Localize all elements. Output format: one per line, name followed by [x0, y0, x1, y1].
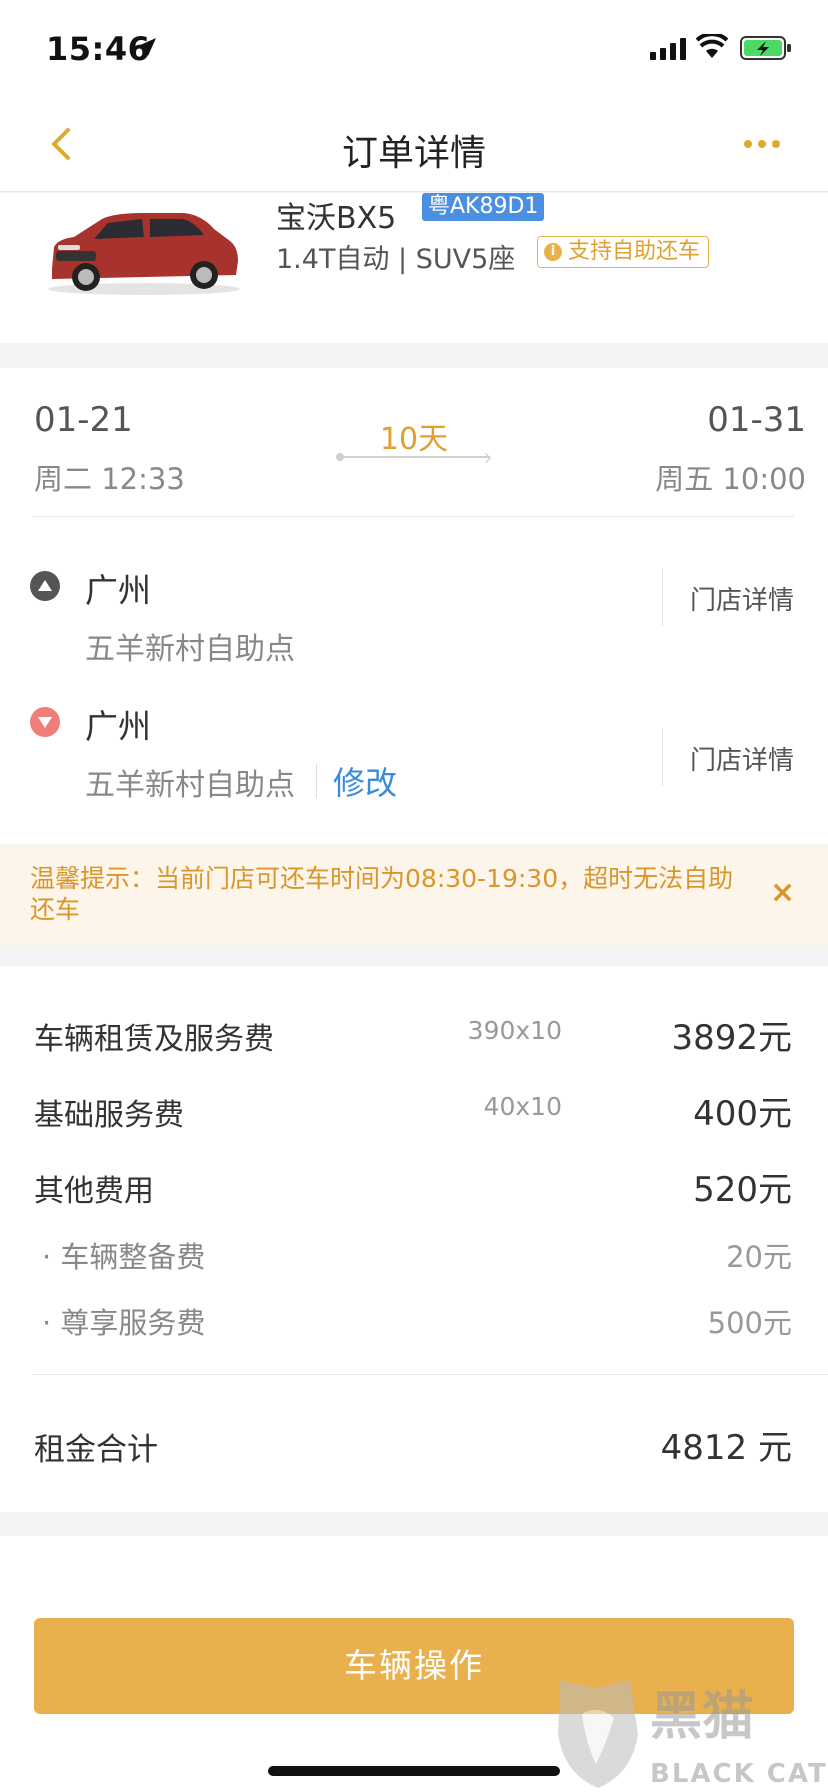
- notice-banner: 温馨提示：当前门店可还车时间为08:30-19:30，超时无法自助还车 ×: [0, 845, 828, 945]
- divider: [316, 764, 317, 798]
- status-time: 15:46: [46, 30, 151, 68]
- watermark-cn: 黑猫: [650, 1687, 754, 1747]
- fee-label: 基础服务费: [34, 1098, 184, 1133]
- pickup-store: 五羊新村自助点: [85, 632, 295, 667]
- return-time: 周五 10:00: [655, 462, 806, 496]
- page-title: 订单详情: [341, 133, 486, 174]
- fee-amount: 400元: [693, 1094, 792, 1134]
- license-plate-badge: 粤AK89D1: [422, 193, 545, 221]
- self-return-badge: i 支持自助还车: [537, 236, 710, 268]
- divider: [662, 728, 663, 786]
- fee-amount: 3892元: [671, 1018, 792, 1058]
- return-store-detail-link[interactable]: 门店详情: [690, 740, 794, 777]
- total-amount: 4812 元: [660, 1428, 792, 1468]
- trip-details: 01-21 周二 12:33 10天 01-31 周五 10:00 广州 五羊新…: [0, 368, 828, 844]
- car-spec: 1.4T自动 | SUV5座: [276, 244, 516, 275]
- bottom-bar: 车辆操作 黑猫 BLACK CAT: [0, 1536, 828, 1792]
- navigation-bar: 订单详情: [0, 96, 828, 192]
- pickup-city: 广州: [85, 571, 151, 610]
- wifi-icon: [696, 34, 728, 58]
- return-marker-icon: [30, 707, 60, 737]
- sub-fee-amount: 20元: [726, 1240, 792, 1274]
- pickup-marker-icon: [30, 571, 60, 601]
- return-store: 五羊新村自助点: [85, 768, 295, 803]
- sub-fee-amount: 500元: [707, 1306, 792, 1340]
- fee-amount: 520元: [693, 1170, 792, 1210]
- close-icon[interactable]: ×: [770, 875, 795, 910]
- total-label: 租金合计: [34, 1432, 158, 1468]
- watermark-logo: 黑猫 BLACK CAT: [558, 1680, 828, 1789]
- cellular-signal-icon: [650, 38, 686, 60]
- return-date: 01-31: [707, 400, 806, 440]
- info-icon: i: [544, 243, 562, 261]
- car-info-card: 宝沃BX5 粤AK89D1 1.4T自动 | SUV5座 i 支持自助还车: [0, 193, 828, 343]
- battery-charging-icon: [740, 36, 791, 60]
- more-options-icon[interactable]: [744, 136, 784, 152]
- home-indicator: [268, 1766, 560, 1776]
- back-chevron-icon[interactable]: [40, 122, 84, 166]
- divider: [32, 516, 794, 517]
- notice-text: 温馨提示：当前门店可还车时间为08:30-19:30，超时无法自助还车: [30, 864, 734, 924]
- self-return-label: 支持自助还车: [568, 239, 701, 264]
- fee-label: 车辆租赁及服务费: [34, 1022, 274, 1057]
- fee-multiplier: 40x10: [483, 1092, 562, 1121]
- car-image: [48, 213, 240, 295]
- pickup-time: 周二 12:33: [34, 462, 185, 496]
- fee-breakdown: 车辆租赁及服务费 390x10 3892元 基础服务费 40x10 400元 其…: [0, 966, 828, 1512]
- location-arrow-icon: [138, 38, 156, 56]
- divider: [662, 568, 663, 626]
- divider: [32, 1374, 828, 1375]
- fee-multiplier: 390x10: [467, 1016, 562, 1045]
- car-model-name: 宝沃BX5: [276, 201, 397, 236]
- fee-label: 其他费用: [34, 1174, 154, 1209]
- modify-return-store-link[interactable]: 修改: [333, 758, 397, 804]
- status-bar: 15:46: [0, 0, 828, 96]
- pickup-store-detail-link[interactable]: 门店详情: [690, 580, 794, 617]
- pickup-date: 01-21: [34, 400, 133, 440]
- rental-duration: 10天: [379, 422, 449, 457]
- sub-fee-label: · 车辆整备费: [42, 1240, 206, 1274]
- return-city: 广州: [85, 707, 151, 746]
- sub-fee-label: · 尊享服务费: [42, 1306, 206, 1340]
- duration-arrow: [336, 453, 490, 461]
- watermark-en: BLACK CAT: [650, 1759, 828, 1789]
